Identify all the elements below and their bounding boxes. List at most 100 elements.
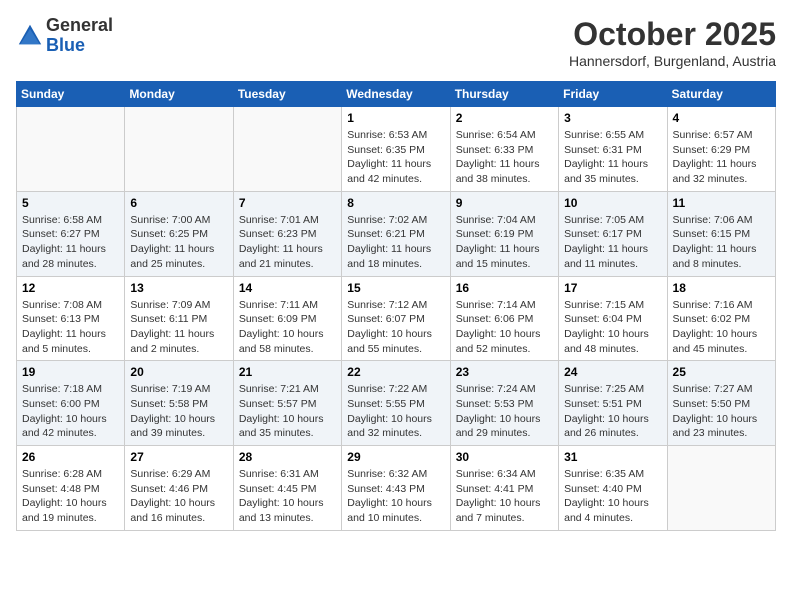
location-subtitle: Hannersdorf, Burgenland, Austria	[569, 53, 776, 69]
day-header-thursday: Thursday	[450, 82, 558, 107]
calendar-cell: 25 Sunrise: 7:27 AMSunset: 5:50 PMDayligh…	[667, 361, 775, 446]
days-of-week-row: SundayMondayTuesdayWednesdayThursdayFrid…	[17, 82, 776, 107]
week-row-2: 5Sunrise: 6:58 AMSunset: 6:27 PMDaylight…	[17, 191, 776, 276]
day-info: Sunrise: 6:54 AMSunset: 6:33 PMDaylight:…	[456, 128, 553, 187]
day-number: 25	[673, 365, 770, 379]
day-info: Sunrise: 7:16 AMSunset: 6:02 PMDaylight:…	[673, 298, 770, 357]
day-number: 13	[130, 281, 227, 295]
calendar-cell	[17, 107, 125, 192]
day-info: Sunrise: 7:21 AMSunset: 5:57 PMDaylight:…	[239, 382, 336, 441]
day-header-wednesday: Wednesday	[342, 82, 450, 107]
calendar-cell: 3 Sunrise: 6:55 AMSunset: 6:31 PMDaylight…	[559, 107, 667, 192]
calendar-cell: 15 Sunrise: 7:12 AMSunset: 6:07 PMDayligh…	[342, 276, 450, 361]
calendar-cell: 8Sunrise: 7:02 AMSunset: 6:21 PMDaylight…	[342, 191, 450, 276]
day-number: 11	[673, 196, 770, 210]
calendar-cell: 23 Sunrise: 7:24 AMSunset: 5:53 PMDayligh…	[450, 361, 558, 446]
day-number: 29	[347, 450, 444, 464]
calendar-cell: 28Sunrise: 6:31 AMSunset: 4:45 PMDayligh…	[233, 446, 341, 531]
day-header-monday: Monday	[125, 82, 233, 107]
day-info: Sunrise: 7:06 AMSunset: 6:15 PMDaylight:…	[673, 213, 770, 272]
day-info: Sunrise: 7:15 AMSunset: 6:04 PMDaylight:…	[564, 298, 661, 357]
day-number: 23	[456, 365, 553, 379]
day-number: 9	[456, 196, 553, 210]
calendar-cell: 12 Sunrise: 7:08 AMSunset: 6:13 PMDayligh…	[17, 276, 125, 361]
calendar-cell: 24 Sunrise: 7:25 AMSunset: 5:51 PMDayligh…	[559, 361, 667, 446]
day-number: 7	[239, 196, 336, 210]
day-number: 15	[347, 281, 444, 295]
day-info: Sunrise: 7:00 AMSunset: 6:25 PMDaylight:…	[130, 213, 227, 272]
calendar-cell	[125, 107, 233, 192]
logo-blue-label: Blue	[46, 36, 113, 56]
day-number: 22	[347, 365, 444, 379]
calendar-cell: 6 Sunrise: 7:00 AMSunset: 6:25 PMDaylight…	[125, 191, 233, 276]
page-header: General Blue October 2025 Hannersdorf, B…	[16, 16, 776, 69]
day-info: Sunrise: 7:09 AMSunset: 6:11 PMDaylight:…	[130, 298, 227, 357]
day-number: 17	[564, 281, 661, 295]
day-info: Sunrise: 7:08 AMSunset: 6:13 PMDaylight:…	[22, 298, 119, 357]
day-info: Sunrise: 7:02 AMSunset: 6:21 PMDaylight:…	[347, 213, 444, 272]
day-info: Sunrise: 7:24 AMSunset: 5:53 PMDaylight:…	[456, 382, 553, 441]
day-info: Sunrise: 7:12 AMSunset: 6:07 PMDaylight:…	[347, 298, 444, 357]
day-number: 6	[130, 196, 227, 210]
day-info: Sunrise: 6:53 AMSunset: 6:35 PMDaylight:…	[347, 128, 444, 187]
day-info: Sunrise: 7:19 AMSunset: 5:58 PMDaylight:…	[130, 382, 227, 441]
day-number: 3	[564, 111, 661, 125]
day-info: Sunrise: 7:25 AMSunset: 5:51 PMDaylight:…	[564, 382, 661, 441]
calendar-cell	[667, 446, 775, 531]
day-number: 10	[564, 196, 661, 210]
calendar-cell: 20 Sunrise: 7:19 AMSunset: 5:58 PMDayligh…	[125, 361, 233, 446]
day-number: 21	[239, 365, 336, 379]
calendar-table: SundayMondayTuesdayWednesdayThursdayFrid…	[16, 81, 776, 531]
day-number: 4	[673, 111, 770, 125]
calendar-body: 1Sunrise: 6:53 AMSunset: 6:35 PMDaylight…	[17, 107, 776, 531]
day-info: Sunrise: 6:57 AMSunset: 6:29 PMDaylight:…	[673, 128, 770, 187]
day-info: Sunrise: 7:11 AMSunset: 6:09 PMDaylight:…	[239, 298, 336, 357]
calendar-cell: 14Sunrise: 7:11 AMSunset: 6:09 PMDayligh…	[233, 276, 341, 361]
logo-icon	[16, 22, 44, 50]
calendar-cell: 1Sunrise: 6:53 AMSunset: 6:35 PMDaylight…	[342, 107, 450, 192]
day-number: 28	[239, 450, 336, 464]
day-number: 30	[456, 450, 553, 464]
day-number: 5	[22, 196, 119, 210]
day-info: Sunrise: 6:32 AMSunset: 4:43 PMDaylight:…	[347, 467, 444, 526]
day-header-saturday: Saturday	[667, 82, 775, 107]
calendar-cell: 19 Sunrise: 7:18 AMSunset: 6:00 PMDayligh…	[17, 361, 125, 446]
day-number: 19	[22, 365, 119, 379]
calendar-cell: 9Sunrise: 7:04 AMSunset: 6:19 PMDaylight…	[450, 191, 558, 276]
day-number: 16	[456, 281, 553, 295]
calendar-cell: 30 Sunrise: 6:34 AMSunset: 4:41 PMDayligh…	[450, 446, 558, 531]
calendar-cell: 22 Sunrise: 7:22 AMSunset: 5:55 PMDayligh…	[342, 361, 450, 446]
day-number: 24	[564, 365, 661, 379]
calendar-cell: 27Sunrise: 6:29 AMSunset: 4:46 PMDayligh…	[125, 446, 233, 531]
calendar-cell: 18Sunrise: 7:16 AMSunset: 6:02 PMDayligh…	[667, 276, 775, 361]
month-title: October 2025	[569, 16, 776, 53]
calendar-cell	[233, 107, 341, 192]
week-row-1: 1Sunrise: 6:53 AMSunset: 6:35 PMDaylight…	[17, 107, 776, 192]
calendar-cell: 21 Sunrise: 7:21 AMSunset: 5:57 PMDayligh…	[233, 361, 341, 446]
day-number: 20	[130, 365, 227, 379]
day-header-friday: Friday	[559, 82, 667, 107]
day-info: Sunrise: 6:28 AMSunset: 4:48 PMDaylight:…	[22, 467, 119, 526]
calendar-cell: 5Sunrise: 6:58 AMSunset: 6:27 PMDaylight…	[17, 191, 125, 276]
day-number: 12	[22, 281, 119, 295]
calendar-cell: 13 Sunrise: 7:09 AMSunset: 6:11 PMDayligh…	[125, 276, 233, 361]
day-info: Sunrise: 7:18 AMSunset: 6:00 PMDaylight:…	[22, 382, 119, 441]
logo-text: General Blue	[46, 16, 113, 56]
week-row-3: 12 Sunrise: 7:08 AMSunset: 6:13 PMDayligh…	[17, 276, 776, 361]
calendar-cell: 17 Sunrise: 7:15 AMSunset: 6:04 PMDayligh…	[559, 276, 667, 361]
logo: General Blue	[16, 16, 113, 56]
day-info: Sunrise: 6:34 AMSunset: 4:41 PMDaylight:…	[456, 467, 553, 526]
day-number: 31	[564, 450, 661, 464]
day-info: Sunrise: 6:55 AMSunset: 6:31 PMDaylight:…	[564, 128, 661, 187]
calendar-cell: 4 Sunrise: 6:57 AMSunset: 6:29 PMDaylight…	[667, 107, 775, 192]
calendar-cell: 29 Sunrise: 6:32 AMSunset: 4:43 PMDayligh…	[342, 446, 450, 531]
day-number: 2	[456, 111, 553, 125]
calendar-header: SundayMondayTuesdayWednesdayThursdayFrid…	[17, 82, 776, 107]
day-info: Sunrise: 7:14 AMSunset: 6:06 PMDaylight:…	[456, 298, 553, 357]
calendar-cell: 16 Sunrise: 7:14 AMSunset: 6:06 PMDayligh…	[450, 276, 558, 361]
day-info: Sunrise: 7:27 AMSunset: 5:50 PMDaylight:…	[673, 382, 770, 441]
day-info: Sunrise: 7:22 AMSunset: 5:55 PMDaylight:…	[347, 382, 444, 441]
day-info: Sunrise: 7:01 AMSunset: 6:23 PMDaylight:…	[239, 213, 336, 272]
day-info: Sunrise: 6:29 AMSunset: 4:46 PMDaylight:…	[130, 467, 227, 526]
day-header-tuesday: Tuesday	[233, 82, 341, 107]
